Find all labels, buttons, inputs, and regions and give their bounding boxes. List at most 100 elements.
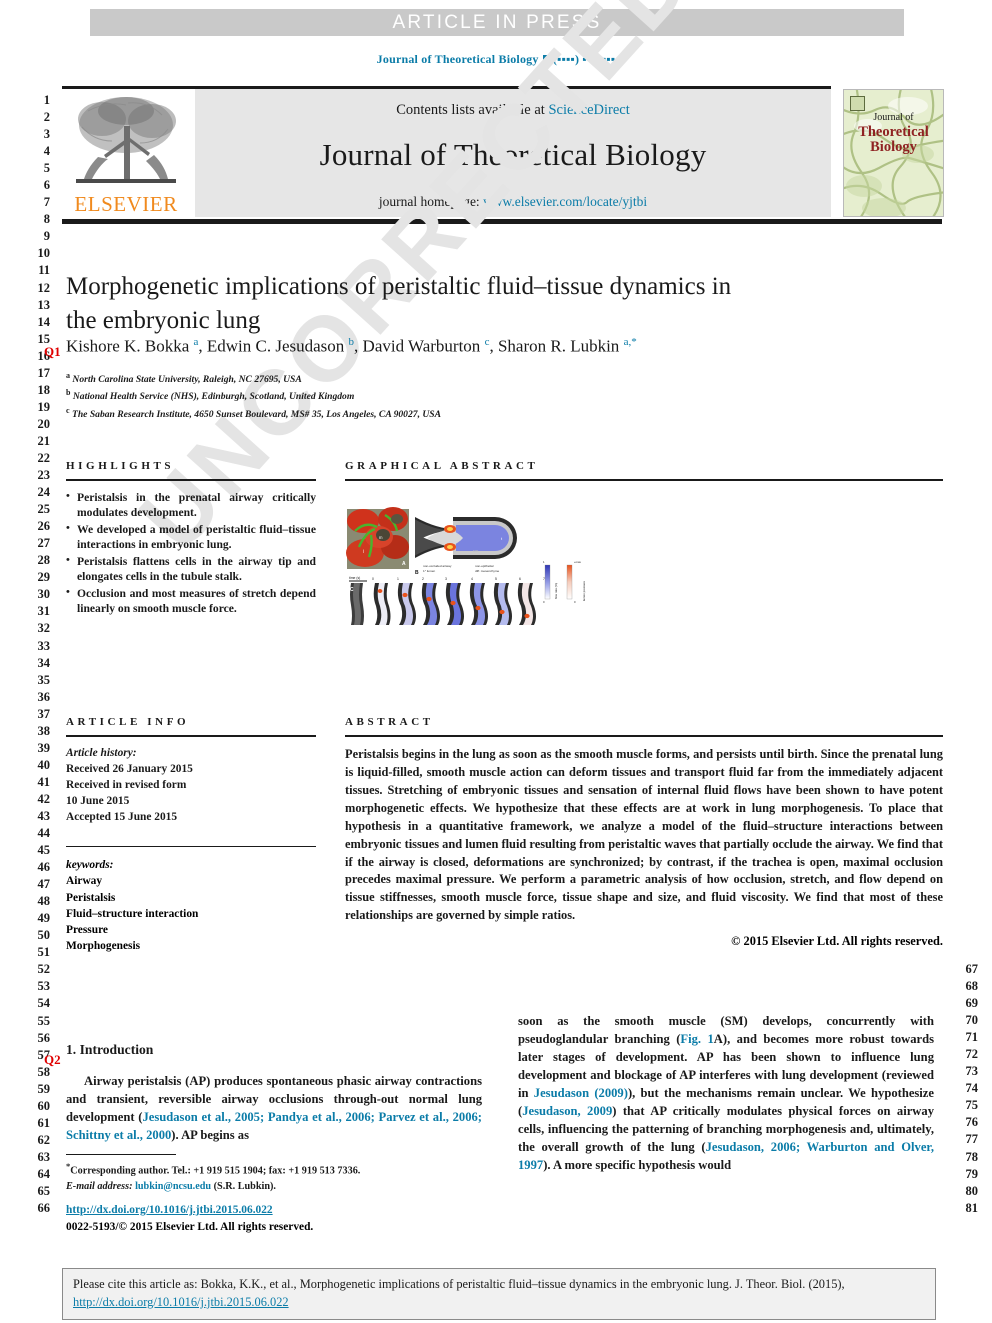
ga-panel-c: time (s) 012 345 67 C 1 0 +max 0 flow ra… bbox=[349, 560, 586, 625]
cover-line-2: Theoretical bbox=[858, 123, 929, 140]
svg-text:4: 4 bbox=[471, 577, 473, 581]
svg-text:0: 0 bbox=[574, 600, 576, 604]
svg-text:A: A bbox=[402, 561, 406, 567]
highlight-item: We developed a model of peristaltic flui… bbox=[66, 521, 316, 553]
doi-link[interactable]: http://dx.doi.org/10.1016/j.jtbi.2015.06… bbox=[66, 1204, 273, 1216]
contents-label: Contents lists available at bbox=[396, 102, 545, 118]
cite-doi-link[interactable]: http://dx.doi.org/10.1016/j.jtbi.2015.06… bbox=[73, 1295, 289, 1309]
keyword-item: Peristalsis bbox=[66, 891, 116, 904]
introduction-column-1: 1. Introduction Airway peristalsis (AP) … bbox=[66, 1040, 482, 1144]
line-numbers-right: 67 68 69 70 71 72 73 74 75 76 77 78 79 80 81 bbox=[965, 962, 979, 1215]
highlights-list: Peristalsis in the prenatal airway criti… bbox=[66, 489, 316, 617]
introduction-paragraph-2: soon as the smooth muscle (SM) develops,… bbox=[518, 1014, 935, 1172]
keywords-label: keywords: bbox=[66, 859, 114, 872]
keyword-item: Airway bbox=[66, 875, 103, 888]
doi-block: http://dx.doi.org/10.1016/j.jtbi.2015.06… bbox=[66, 1202, 482, 1236]
cover-line-1: Journal of bbox=[873, 112, 914, 123]
abstract-section: ABSTRACT Peristalsis begins in the lung … bbox=[345, 716, 943, 949]
masthead: ELSEVIER Contents lists available at Sci… bbox=[62, 89, 831, 217]
highlights-rule bbox=[66, 479, 316, 481]
article-in-press-banner: ARTICLE IN PRESS bbox=[90, 9, 904, 36]
footnote-block: *Corresponding author. Tel.: +1 919 515 … bbox=[66, 1160, 482, 1194]
elsevier-tree-icon bbox=[76, 97, 176, 183]
cover-line-3: Biology bbox=[870, 139, 917, 156]
article-history-list: Received 26 January 2015 Received in revi… bbox=[66, 761, 316, 826]
elsevier-wordmark: ELSEVIER bbox=[74, 192, 178, 216]
journal-cover-image: Journal of Theoretical Biology bbox=[843, 89, 944, 217]
svg-text:7: 7 bbox=[543, 577, 545, 581]
keywords-rule bbox=[66, 845, 316, 848]
email-link[interactable]: lubkin@ncsu.edu bbox=[135, 1181, 211, 1192]
svg-text:C: C bbox=[350, 587, 354, 593]
article-in-press-label: ARTICLE IN PRESS bbox=[392, 11, 602, 33]
svg-text:1: 1 bbox=[397, 577, 399, 581]
article-info-rule bbox=[66, 735, 316, 737]
introduction-paragraph-1: Airway peristalsis (AP) produces spontan… bbox=[66, 1074, 482, 1143]
graphical-abstract-rule bbox=[345, 479, 943, 481]
elsevier-logo: ELSEVIER bbox=[62, 89, 190, 217]
author-list: Kishore K. Bokka a, Edwin C. Jesudason b… bbox=[66, 336, 637, 356]
article-info-heading: ARTICLE INFO bbox=[66, 716, 190, 728]
issn-copyright: 0022-5193/© 2015 Elsevier Ltd. All right… bbox=[66, 1221, 314, 1234]
corresponding-author-note: *Corresponding author. Tel.: +1 919 515 … bbox=[66, 1161, 361, 1177]
introduction-heading: 1. Introduction bbox=[66, 1042, 154, 1057]
graphical-abstract-heading: GRAPHICAL ABSTRACT bbox=[345, 460, 539, 472]
homepage-link[interactable]: www.elsevier.com/locate/yjtbi bbox=[483, 194, 647, 209]
ga-panel-b: t sm B non-occluded airway 1° lumen non-… bbox=[415, 516, 517, 576]
svg-text:5: 5 bbox=[495, 577, 497, 581]
article-history: Article history: Received 26 January 201… bbox=[66, 745, 316, 826]
running-head-journal: Journal of Theoretical Biology bbox=[376, 52, 539, 66]
svg-text:non-occluded airway: non-occluded airway bbox=[423, 564, 452, 568]
svg-text:1° lumen: 1° lumen bbox=[423, 569, 436, 573]
svg-text:1: 1 bbox=[543, 560, 545, 564]
query-marker-q1[interactable]: Q1 bbox=[44, 344, 61, 360]
running-head: Journal of Theoretical Biology (▪▪▪▪) ▪▪… bbox=[0, 52, 992, 67]
article-history-item: Accepted 15 June 2015 bbox=[66, 811, 178, 824]
contents-line: Contents lists available at ScienceDirec… bbox=[195, 102, 831, 119]
svg-text:2: 2 bbox=[422, 577, 424, 581]
page-title: Morphogenetic implications of peristalti… bbox=[66, 273, 732, 334]
cite-text: Please cite this article as: Bokka, K.K.… bbox=[73, 1277, 845, 1291]
keyword-item: Fluid–structure interaction bbox=[66, 907, 199, 920]
svg-text:non-epithelial: non-epithelial bbox=[475, 564, 494, 568]
sciencedirect-box: Contents lists available at ScienceDirec… bbox=[195, 89, 831, 217]
email-line: E-mail address: lubkin@ncsu.edu (S.R. Lu… bbox=[66, 1179, 482, 1194]
running-head-issue: (▪▪▪▪) ▪▪▪–▪▪▪ bbox=[552, 52, 616, 66]
affiliation: b National Health Service (NHS), Edinbur… bbox=[66, 388, 355, 403]
keyword-item: Morphogenesis bbox=[66, 940, 141, 953]
abstract-rule bbox=[345, 735, 943, 737]
email-owner: (S.R. Lubkin). bbox=[213, 1180, 276, 1192]
article-history-item: Received in revised form bbox=[66, 778, 187, 791]
abstract-heading: ABSTRACT bbox=[345, 716, 434, 728]
svg-text:l: l bbox=[363, 549, 364, 554]
affiliation-list: a North Carolina State University, Ralei… bbox=[66, 370, 766, 422]
svg-text:B: B bbox=[415, 570, 419, 576]
article-history-label: Article history: bbox=[66, 746, 137, 759]
journal-homepage-line: journal homepage: www.elsevier.com/locat… bbox=[195, 194, 831, 210]
svg-text:0: 0 bbox=[543, 600, 545, 604]
affiliation: c The Saban Research Institute, 4650 Sun… bbox=[66, 405, 442, 420]
keywords-list: Airway Peristalsis Fluid–structure interac… bbox=[66, 873, 316, 954]
masthead-rule-bottom bbox=[62, 219, 942, 224]
introduction-column-2: soon as the smooth muscle (SM) develops,… bbox=[518, 1012, 934, 1174]
sciencedirect-link[interactable]: ScienceDirect bbox=[548, 102, 629, 118]
highlight-item: Peristalsis in the prenatal airway criti… bbox=[66, 489, 316, 521]
line-numbers-left: 1 2 3 4 5 6 7 8 9 10 11 12 13 14 15 16 17 18 19 20 21 22 23 24 2… bbox=[37, 93, 51, 1216]
svg-text:+max: +max bbox=[574, 560, 582, 564]
keywords-block: keywords: Airway Peristalsis Fluid–structu… bbox=[66, 857, 316, 954]
email-label: E-mail address: bbox=[66, 1180, 133, 1192]
cite-this-article-box: Please cite this article as: Bokka, K.K.… bbox=[62, 1268, 936, 1321]
affiliation: a North Carolina State University, Ralei… bbox=[66, 371, 302, 386]
svg-text:diff. mesenchyme: diff. mesenchyme bbox=[475, 569, 499, 573]
highlights-heading: HIGHLIGHTS bbox=[66, 460, 175, 472]
ga-panel-a: m l A bbox=[346, 506, 409, 569]
query-marker-q2[interactable]: Q2 bbox=[44, 1052, 61, 1068]
article-info-section: ARTICLE INFO Article history: Received 2… bbox=[66, 716, 316, 954]
abstract-copyright: © 2015 Elsevier Ltd. All rights reserved… bbox=[731, 934, 943, 949]
svg-text:time (s): time (s) bbox=[349, 576, 360, 580]
footnote-rule bbox=[66, 1154, 176, 1156]
journal-title: Journal of Theoretical Biology bbox=[319, 137, 707, 172]
svg-text:0: 0 bbox=[372, 577, 374, 581]
svg-text:3: 3 bbox=[445, 577, 447, 581]
abstract-text: Peristalsis begins in the lung as soon a… bbox=[345, 746, 943, 923]
